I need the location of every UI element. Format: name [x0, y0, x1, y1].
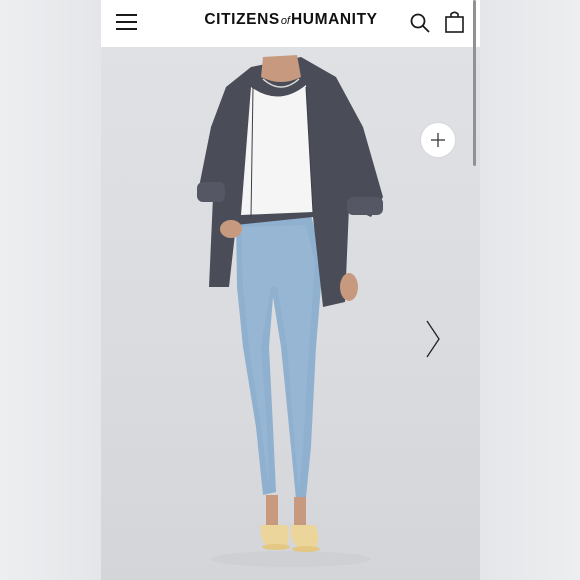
- shopping-bag-icon: [445, 11, 464, 33]
- cart-button[interactable]: [444, 10, 466, 34]
- page-margin-right: [480, 0, 580, 580]
- zoom-button[interactable]: [421, 123, 455, 157]
- search-button[interactable]: [409, 12, 431, 34]
- mobile-screen: CITIZENSofHUMANITY: [101, 0, 480, 580]
- site-header: CITIZENSofHUMANITY: [101, 0, 480, 47]
- search-icon: [410, 13, 430, 33]
- chevron-right-icon: [426, 320, 440, 358]
- hamburger-menu-icon: [116, 14, 137, 16]
- next-image-button[interactable]: [421, 317, 443, 361]
- page-margin-left: [0, 0, 101, 580]
- hamburger-line: [116, 21, 137, 23]
- menu-button[interactable]: [116, 13, 138, 31]
- product-image[interactable]: [101, 47, 480, 580]
- brand-logo[interactable]: CITIZENSofHUMANITY: [193, 11, 389, 29]
- hamburger-line: [116, 28, 137, 30]
- brand-name-right: HUMANITY: [291, 11, 378, 28]
- plus-icon: [431, 133, 445, 147]
- brand-name-left: CITIZENS: [204, 11, 280, 28]
- brand-name-of: of: [280, 15, 290, 27]
- scrollbar[interactable]: [473, 0, 476, 166]
